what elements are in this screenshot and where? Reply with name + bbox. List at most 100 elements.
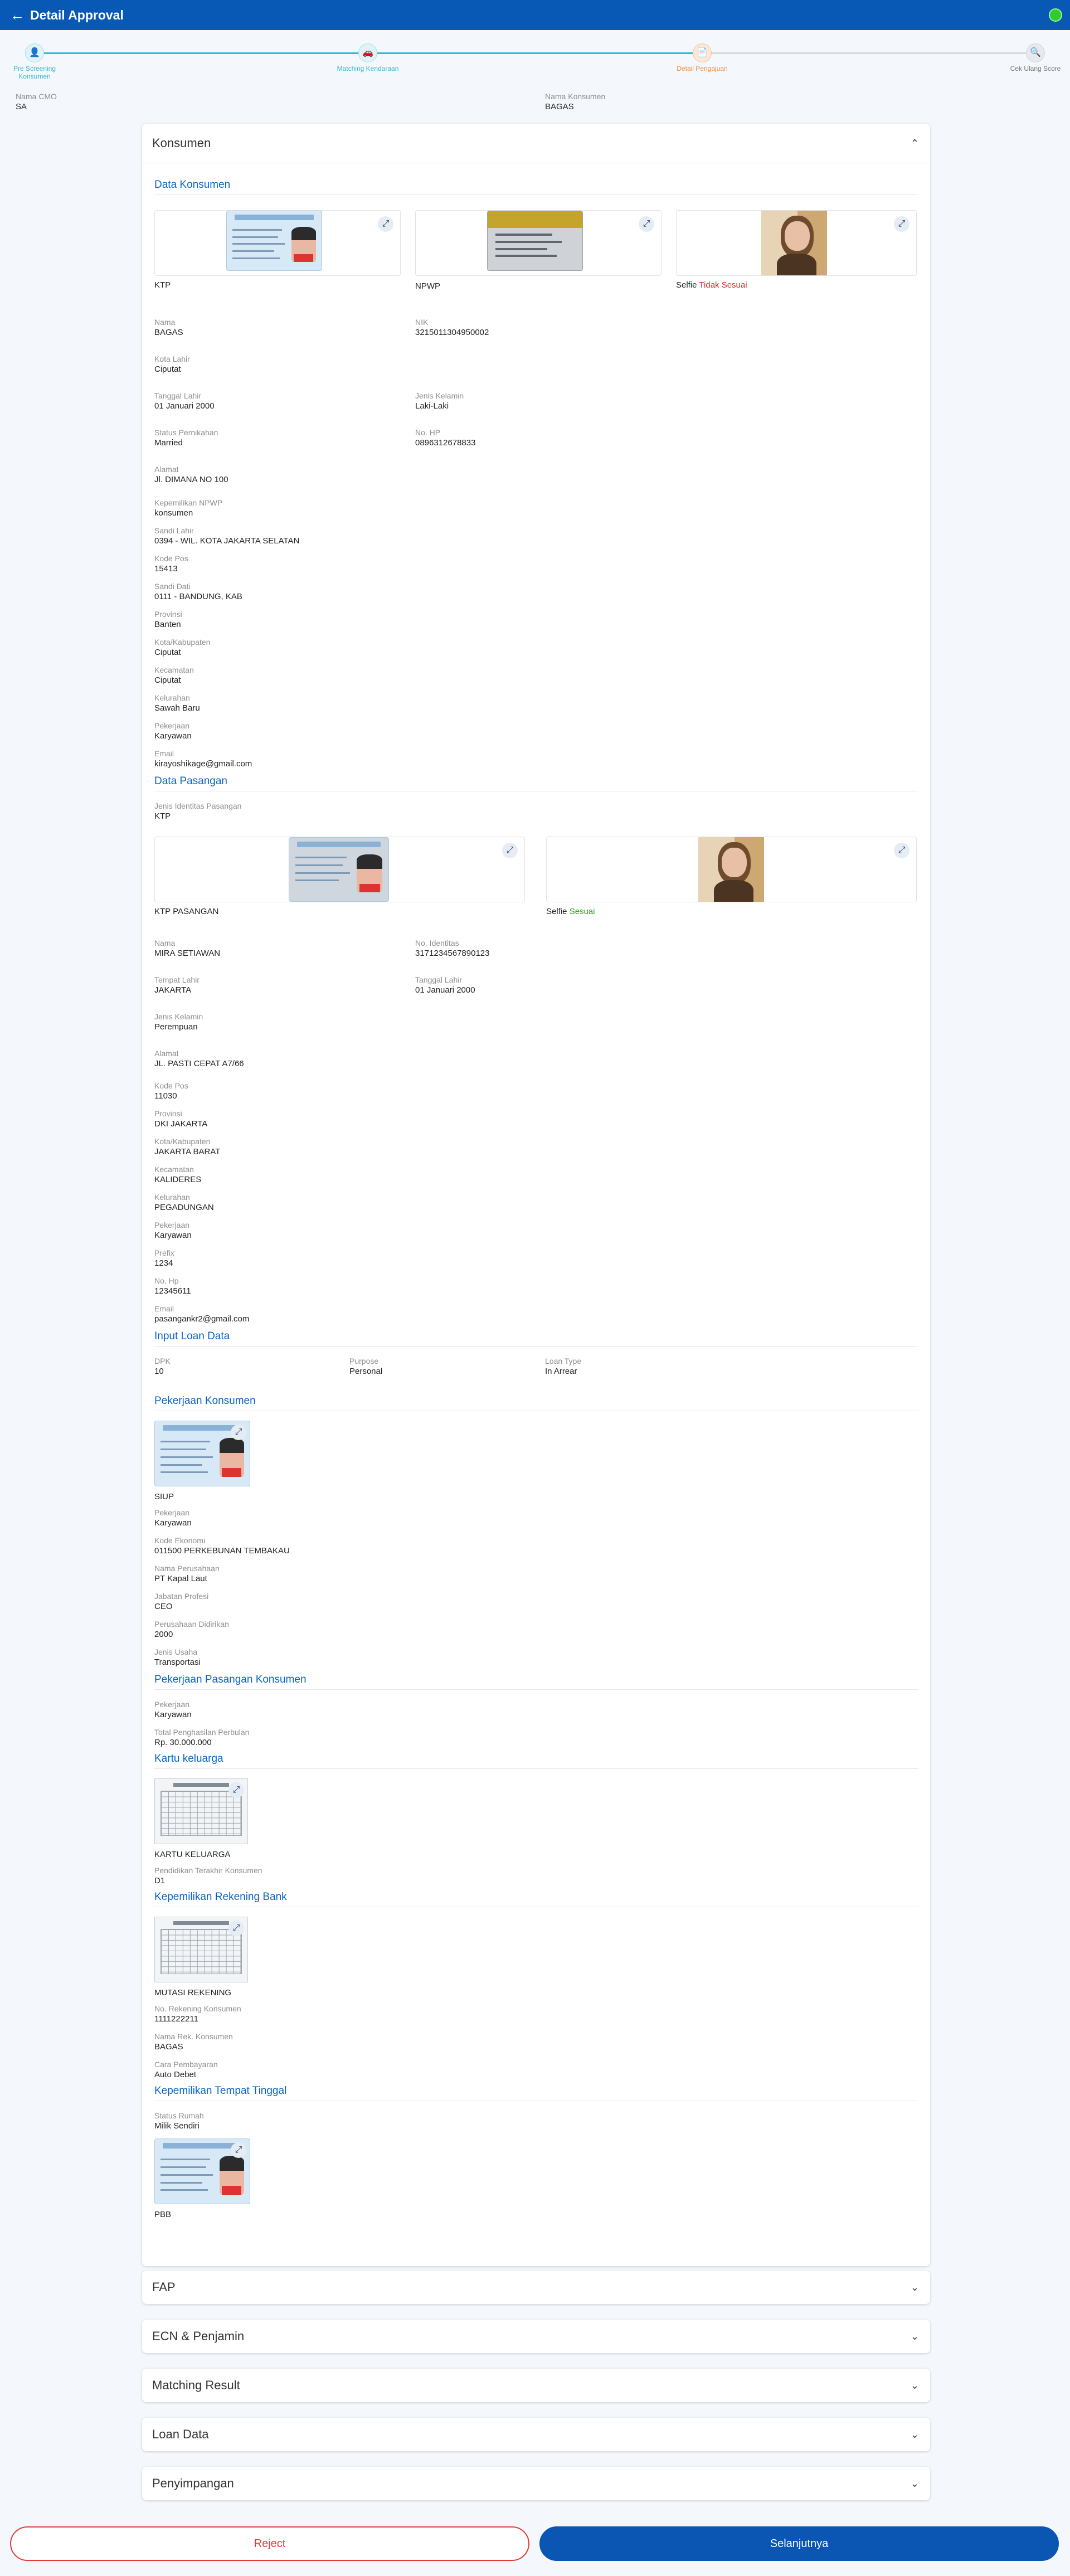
person-check-icon: 👤 bbox=[25, 43, 44, 62]
back-arrow-icon[interactable]: ← bbox=[10, 8, 25, 22]
progress-stepper: 👤 Pre Screening Konsumen 🚗 Matching Kend… bbox=[0, 40, 1070, 85]
field-tanggal-lahir-pasangan: Tanggal Lahir 01 Januari 2000 bbox=[415, 975, 475, 995]
expand-icon[interactable]: ⤢ bbox=[228, 1782, 244, 1798]
doc-label-kartu-keluarga: KARTU KELUARGA bbox=[154, 1850, 231, 1859]
field-kota-lahir: Kota Lahir Ciputat bbox=[154, 354, 190, 374]
field-nama-pasangan: Nama MIRA SETIAWAN bbox=[154, 939, 221, 958]
field-nama-rekening: Nama Rek. Konsumen BAGAS bbox=[154, 2032, 233, 2052]
field-jenis-usaha: Jenis Usaha Transportasi bbox=[154, 1647, 201, 1667]
field-jenis-kelamin: Jenis Kelamin Laki-Laki bbox=[415, 391, 464, 411]
doc-label-ktp-pasangan: KTP PASANGAN bbox=[154, 907, 219, 916]
selfie-pasangan-status-badge: Sesuai bbox=[569, 907, 595, 916]
field-purpose: Purpose Personal bbox=[349, 1357, 383, 1376]
selanjutnya-button[interactable]: Selanjutnya bbox=[539, 2526, 1059, 2561]
field-email-pasangan: Email pasangankr2@gmail.com bbox=[154, 1304, 250, 1324]
npwp-document[interactable]: ⤢ bbox=[415, 210, 662, 276]
top-app-bar: ← Detail Approval bbox=[0, 0, 1070, 30]
chevron-down-icon: ⌄ bbox=[910, 2428, 919, 2440]
section-loan-data[interactable]: Loan Data ⌄ bbox=[142, 2418, 930, 2451]
step-pre-screening[interactable]: 👤 Pre Screening Konsumen bbox=[1, 43, 68, 80]
ktp-pasangan-document[interactable]: ⤢ bbox=[154, 837, 525, 902]
field-no-hp-pasangan: No. Hp 12345611 bbox=[154, 1276, 191, 1296]
chevron-up-icon: ⌃ bbox=[910, 137, 919, 149]
section-title: FAP bbox=[152, 2280, 176, 2294]
step-label: Pre Screening Konsumen bbox=[13, 65, 56, 80]
doc-label-selfie-pasangan: Selfie Sesuai bbox=[546, 907, 595, 916]
field-sandi-dati: Sandi Dati 0111 - BANDUNG, KAB bbox=[154, 582, 242, 601]
expand-icon[interactable]: ⤢ bbox=[231, 1425, 246, 1440]
section-title-pekerjaan-pasangan: Pekerjaan Pasangan Konsumen bbox=[154, 1674, 307, 1685]
ktp-pasangan-image bbox=[289, 837, 389, 902]
step-detail-pengajuan[interactable]: 📄 Detail Pengajuan bbox=[669, 43, 736, 72]
nama-konsumen-field: Nama Konsumen BAGAS bbox=[545, 91, 605, 113]
expand-icon[interactable]: ⤢ bbox=[231, 2142, 246, 2158]
ktp-card-image bbox=[226, 211, 322, 271]
field-kota-kabupaten: Kota/Kabupaten Ciputat bbox=[154, 638, 211, 657]
section-header[interactable]: Loan Data ⌄ bbox=[142, 2418, 930, 2451]
section-title-kartu-keluarga: Kartu keluarga bbox=[154, 1753, 223, 1765]
field-pekerjaan: Pekerjaan Karyawan bbox=[154, 721, 192, 741]
siup-document-image[interactable]: ⤢ bbox=[154, 1421, 250, 1486]
field-status-rumah: Status Rumah Milik Sendiri bbox=[154, 2111, 204, 2131]
section-title-rekening-bank: Kepemilikan Rekening Bank bbox=[154, 1891, 287, 1903]
field-tanggal-lahir: Tanggal Lahir 01 Januari 2000 bbox=[154, 391, 215, 411]
field-loan-type: Loan Type In Arrear bbox=[545, 1357, 582, 1376]
step-matching-kendaraan[interactable]: 🚗 Matching Kendaraan bbox=[334, 43, 401, 72]
chevron-down-icon: ⌄ bbox=[910, 2379, 919, 2391]
doc-label-selfie: Selfie Tidak Sesuai bbox=[676, 280, 747, 290]
section-title-tempat-tinggal: Kepemilikan Tempat Tinggal bbox=[154, 2085, 287, 2097]
section-penyimpangan[interactable]: Penyimpangan ⌄ bbox=[142, 2467, 930, 2500]
konsumen-card-header[interactable]: Konsumen ⌃ bbox=[142, 124, 930, 163]
section-divider bbox=[154, 1768, 918, 1769]
field-kota-kabupaten-pasangan: Kota/Kabupaten JAKARTA BARAT bbox=[154, 1137, 221, 1156]
ktp-document[interactable]: ⤢ bbox=[154, 210, 401, 276]
selfie-pasangan-document[interactable]: ⤢ bbox=[546, 837, 917, 902]
section-header[interactable]: FAP ⌄ bbox=[142, 2271, 930, 2304]
expand-icon[interactable]: ⤢ bbox=[228, 1921, 244, 1936]
kartu-keluarga-image[interactable]: ⤢ bbox=[154, 1778, 248, 1844]
expand-icon[interactable]: ⤢ bbox=[894, 216, 909, 232]
field-email: Email kirayoshikage@gmail.com bbox=[154, 749, 252, 769]
field-kode-ekonomi: Kode Ekonomi 011500 PERKEBUNAN TEMBAKAU bbox=[154, 1536, 290, 1556]
step-cek-ulang-score[interactable]: 🔍 Cek Ulang Score bbox=[1002, 43, 1069, 72]
field-prefix-pasangan: Prefix 1234 bbox=[154, 1248, 174, 1268]
field-no-identitas-pasangan: No. Identitas 3171234567890123 bbox=[415, 939, 490, 958]
field-kecamatan-pasangan: Kecamatan KALIDERES bbox=[154, 1165, 202, 1184]
section-fap[interactable]: FAP ⌄ bbox=[142, 2271, 930, 2304]
field-jenis-kelamin-pasangan: Jenis Kelamin Perempuan bbox=[154, 1012, 203, 1032]
field-kepemilikan-npwp: Kepemilikan NPWP konsumen bbox=[154, 498, 223, 518]
section-header[interactable]: ECN & Penjamin ⌄ bbox=[142, 2320, 930, 2353]
section-header[interactable]: Matching Result ⌄ bbox=[142, 2369, 930, 2402]
field-alamat-pasangan: Alamat JL. PASTI CEPAT A7/66 bbox=[154, 1049, 244, 1068]
section-title: Penyimpangan bbox=[152, 2476, 234, 2490]
document-icon: 📄 bbox=[693, 43, 712, 62]
section-title-data-pasangan: Data Pasangan bbox=[154, 775, 227, 787]
section-title-pekerjaan-konsumen: Pekerjaan Konsumen bbox=[154, 1395, 256, 1407]
status-indicator-icon bbox=[1049, 8, 1062, 22]
field-kode-pos-pasangan: Kode Pos 11030 bbox=[154, 1081, 188, 1101]
field-pekerjaan-pasangan-konsumen: Pekerjaan Karyawan bbox=[154, 1700, 192, 1719]
section-header[interactable]: Penyimpangan ⌄ bbox=[142, 2467, 930, 2500]
section-divider bbox=[154, 1689, 918, 1690]
expand-icon[interactable]: ⤢ bbox=[639, 216, 654, 232]
reject-button[interactable]: Reject bbox=[10, 2526, 529, 2561]
doc-label-pbb: PBB bbox=[154, 2210, 172, 2219]
field-jabatan-profesi: Jabatan Profesi CEO bbox=[154, 1592, 209, 1611]
field-pekerjaan-konsumen: Pekerjaan Karyawan bbox=[154, 1508, 192, 1528]
section-ecn-penjamin[interactable]: ECN & Penjamin ⌄ bbox=[142, 2320, 930, 2353]
field-nama-perusahaan: Nama Perusahaan PT Kapal Laut bbox=[154, 1564, 220, 1583]
section-matching-result[interactable]: Matching Result ⌄ bbox=[142, 2369, 930, 2402]
expand-icon[interactable]: ⤢ bbox=[894, 843, 909, 858]
chevron-down-icon: ⌄ bbox=[910, 2477, 919, 2489]
field-alamat: Alamat Jl. DIMANA NO 100 bbox=[154, 465, 228, 484]
pbb-document-image[interactable]: ⤢ bbox=[154, 2138, 250, 2204]
field-dpk: DPK 10 bbox=[154, 1357, 171, 1376]
field-perusahaan-didirikan: Perusahaan Didirikan 2000 bbox=[154, 1620, 229, 1639]
field-tempat-lahir-pasangan: Tempat Lahir JAKARTA bbox=[154, 975, 200, 995]
expand-icon[interactable]: ⤢ bbox=[378, 216, 393, 232]
expand-icon[interactable]: ⤢ bbox=[502, 843, 518, 858]
selfie-photo bbox=[761, 211, 827, 275]
mutasi-rekening-image[interactable]: ⤢ bbox=[154, 1917, 248, 1982]
selfie-document[interactable]: ⤢ bbox=[676, 210, 917, 276]
field-kecamatan: Kecamatan Ciputat bbox=[154, 665, 194, 685]
